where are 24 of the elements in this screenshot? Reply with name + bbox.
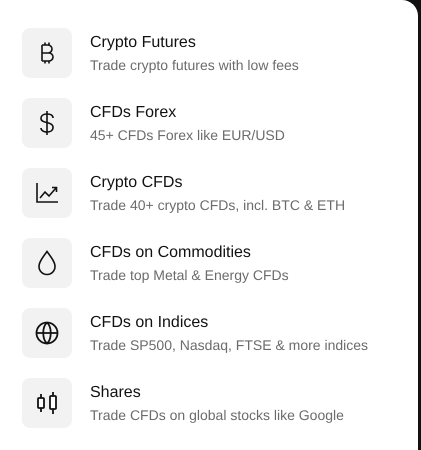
- product-description: Trade CFDs on global stocks like Google: [90, 406, 344, 424]
- product-title: CFDs Forex: [90, 102, 178, 122]
- product-description: Trade top Metal & Energy CFDs: [90, 266, 289, 284]
- globe-icon: [35, 321, 59, 345]
- product-description: Trade crypto futures with low fees: [90, 56, 299, 74]
- product-title: Crypto Futures: [90, 32, 197, 52]
- bitcoin-icon: [39, 41, 55, 65]
- product-item[interactable]: Crypto CFDs Trade 40+ crypto CFDs, incl. BTC & ETH: [0, 168, 418, 218]
- product-description: Trade SP500, Nasdaq, FTSE & more indices: [90, 336, 368, 354]
- product-item[interactable]: CFDs Forex 45+ CFDs Forex like EUR/USD: [0, 98, 418, 148]
- product-title: CFDs on Commodities: [90, 242, 252, 262]
- candlestick-icon: [35, 391, 59, 415]
- product-item[interactable]: CFDs on Commodities Trade top Metal & Energy CFDs: [0, 238, 418, 288]
- product-title: CFDs on Indices: [90, 312, 210, 332]
- product-title: Crypto CFDs: [90, 172, 184, 192]
- product-description: Trade 40+ crypto CFDs, incl. BTC & ETH: [90, 196, 346, 214]
- dollar-icon: [38, 110, 56, 136]
- product-item[interactable]: Shares Trade CFDs on global stocks like Google: [0, 378, 418, 428]
- product-title: Shares: [90, 382, 142, 402]
- chart-icon: [35, 182, 59, 204]
- product-item[interactable]: Crypto Futures Trade crypto futures with low fees: [0, 28, 418, 78]
- drop-icon: [37, 250, 57, 276]
- product-description: 45+ CFDs Forex like EUR/USD: [90, 126, 285, 144]
- product-item[interactable]: CFDs on Indices Trade SP500, Nasdaq, FTSE & more indices: [0, 308, 418, 358]
